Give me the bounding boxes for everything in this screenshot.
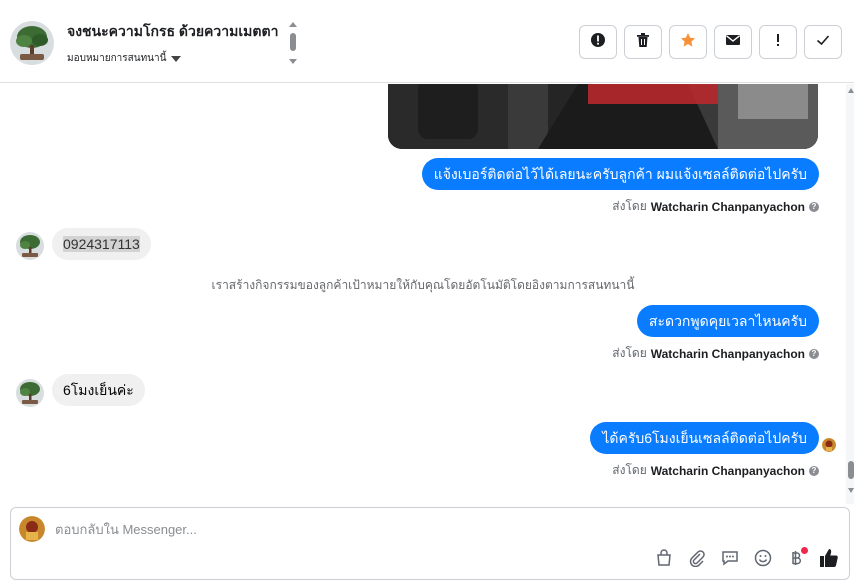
help-icon[interactable]: ? [809, 348, 819, 359]
page-avatar [19, 516, 45, 542]
incoming-message-text[interactable]: 0924317113 [63, 236, 140, 252]
mark-done-button[interactable] [804, 25, 842, 59]
check-icon [815, 32, 831, 53]
contact-avatar-small[interactable] [16, 232, 44, 260]
scroll-down-icon[interactable] [848, 488, 854, 493]
assign-conversation-dropdown[interactable]: มอบหมายการสนทนานี้ [67, 51, 182, 66]
attachment-icon [688, 549, 706, 572]
incoming-message[interactable]: 6โมงเย็นค่ะ [52, 374, 145, 406]
sender-name[interactable]: Watcharin Chanpanyachon [651, 464, 805, 478]
header-scroll-indicator[interactable] [288, 21, 298, 65]
sent-by-prefix: ส่งโดย [612, 199, 647, 213]
conversation-header: จงชนะความโกรธ ด้วยความเมตตา มอบหมายการสน… [0, 0, 854, 83]
delete-icon [635, 32, 651, 53]
conversation-actions [579, 25, 842, 59]
sent-by-prefix: ส่งโดย [612, 346, 647, 360]
contact-avatar-small[interactable] [16, 379, 44, 407]
assign-conversation-label: มอบหมายการสนทนานี้ [67, 53, 167, 64]
sent-by-label: ส่งโดย Watcharin Chanpanyachon ? [612, 197, 819, 216]
composer-tools [653, 547, 839, 573]
mark-spam-icon [590, 32, 606, 53]
scroll-up-icon[interactable] [848, 88, 854, 93]
star-icon [680, 32, 696, 53]
follow-up-button[interactable] [759, 25, 797, 59]
help-icon[interactable]: ? [809, 465, 819, 476]
saved-replies-icon [721, 549, 739, 572]
delete-button[interactable] [624, 25, 662, 59]
like-icon [819, 548, 839, 573]
shopping-bag-icon [655, 549, 673, 572]
sent-by-label: ส่งโดย Watcharin Chanpanyachon ? [612, 461, 819, 480]
sender-name[interactable]: Watcharin Chanpanyachon [651, 347, 805, 361]
thread-scrollbar[interactable] [846, 84, 854, 504]
seen-avatar-icon [822, 438, 836, 452]
mark-unread-button[interactable] [714, 25, 752, 59]
shopping-bag-button[interactable] [653, 549, 674, 572]
emoji-icon [754, 549, 772, 572]
reply-composer [10, 507, 850, 580]
incoming-message[interactable]: 0924317113 [52, 228, 151, 260]
emoji-button[interactable] [752, 549, 773, 572]
sent-by-prefix: ส่งโดย [612, 463, 647, 477]
chevron-down-icon [171, 55, 182, 62]
reply-input[interactable] [55, 522, 615, 537]
contact-name: จงชนะความโกรธ ด้วยความเมตตา [67, 23, 279, 39]
help-icon[interactable]: ? [809, 201, 819, 212]
sender-name[interactable]: Watcharin Chanpanyachon [651, 200, 805, 214]
system-activity-notice: เราสร้างกิจกรรมของลูกค้าเป้าหมายให้กับคุ… [211, 278, 635, 292]
sent-by-label: ส่งโดย Watcharin Chanpanyachon ? [612, 344, 819, 363]
attachment-button[interactable] [686, 550, 707, 571]
payment-button[interactable] [785, 547, 808, 571]
outgoing-message[interactable]: ได้ครับ6โมงเย็นเซลล์ติดต่อไปครับ [590, 422, 819, 454]
car-interior-image[interactable] [388, 84, 818, 149]
exclamation-icon [770, 32, 786, 53]
message-thread[interactable]: แจ้งเบอร์ติดต่อไว้ได้เลยนะครับลูกค้า ผมแ… [0, 84, 846, 504]
saved-replies-button[interactable] [719, 550, 740, 571]
outgoing-message[interactable]: สะดวกพูดคุยเวลาไหนครับ [636, 305, 819, 337]
inbox-conversation-view: จงชนะความโกรธ ด้วยความเมตตา มอบหมายการสน… [0, 0, 854, 582]
like-button[interactable] [818, 548, 839, 573]
notification-dot [801, 547, 808, 554]
contact-avatar[interactable] [10, 21, 54, 65]
scrollbar-thumb[interactable] [848, 461, 854, 479]
mail-icon [725, 32, 741, 53]
mark-spam-button[interactable] [579, 25, 617, 59]
star-button[interactable] [669, 25, 707, 59]
outgoing-message[interactable]: แจ้งเบอร์ติดต่อไว้ได้เลยนะครับลูกค้า ผมแ… [421, 158, 819, 190]
